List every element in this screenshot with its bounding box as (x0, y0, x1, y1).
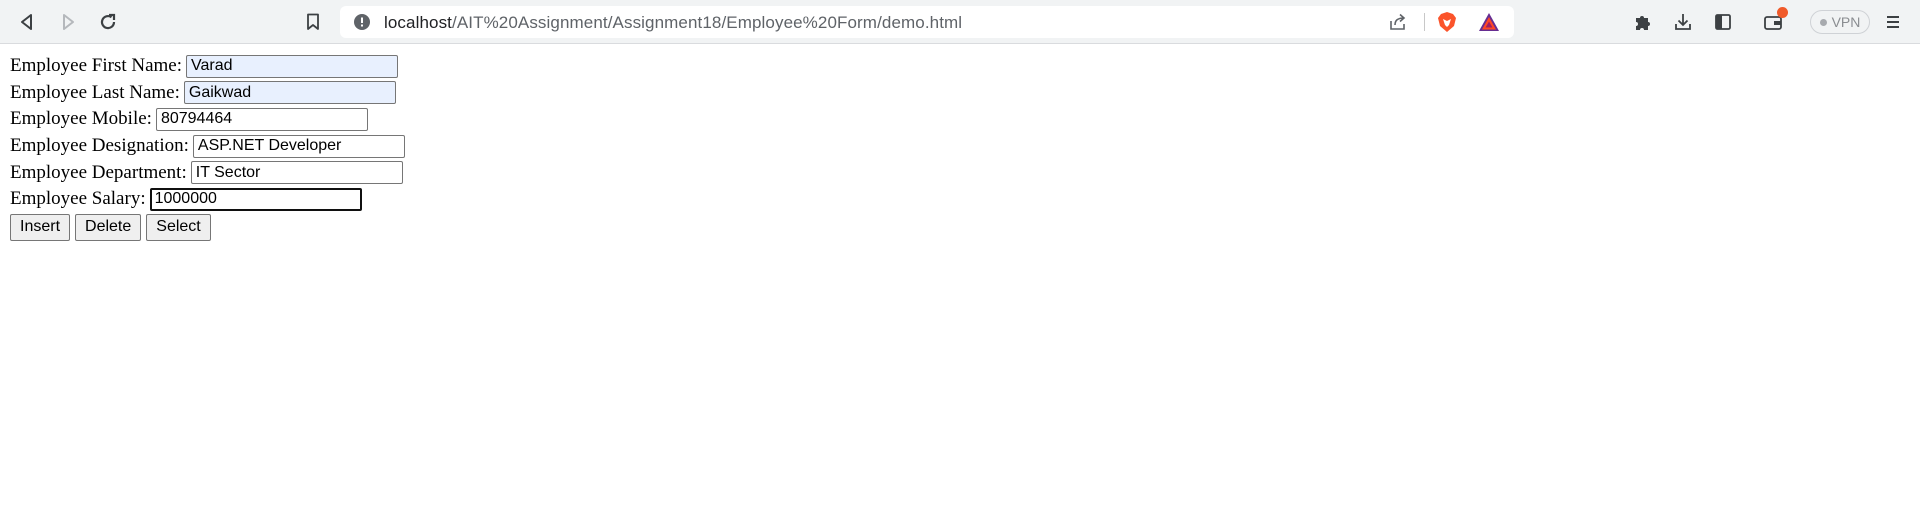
menu-button[interactable] (1880, 9, 1906, 35)
hamburger-menu-icon (1887, 16, 1899, 28)
omnibox-divider (1424, 13, 1425, 31)
vpn-label: VPN (1831, 14, 1861, 30)
sidebar-icon (1715, 14, 1731, 30)
wallet-button[interactable] (1760, 7, 1788, 35)
last-name-label: Employee Last Name: (10, 81, 180, 103)
last-name-row: Employee Last Name: (10, 80, 405, 107)
designation-row: Employee Designation: (10, 133, 405, 160)
site-info-icon[interactable] (354, 14, 370, 30)
download-icon (1675, 14, 1691, 30)
mobile-row: Employee Mobile: (10, 106, 405, 133)
address-bar[interactable]: localhost/AIT%20Assignment/Assignment18/… (340, 6, 1514, 38)
vpn-status-dot (1819, 18, 1827, 26)
salary-input[interactable] (149, 187, 362, 211)
share-icon[interactable] (1388, 12, 1408, 32)
salary-label: Employee Salary: (10, 188, 146, 210)
designation-input[interactable] (192, 134, 405, 158)
brave-shields-icon[interactable] (1436, 11, 1458, 33)
browser-toolbar: localhost/AIT%20Assignment/Assignment18/… (0, 0, 1920, 44)
first-name-label: Employee First Name: (10, 55, 183, 77)
back-arrow-icon (21, 14, 32, 30)
employee-form: Employee First Name: Employee Last Name:… (10, 53, 405, 241)
reload-icon (100, 13, 116, 30)
designation-label: Employee Designation: (10, 135, 189, 157)
department-label: Employee Department: (10, 161, 187, 183)
department-input[interactable] (190, 161, 403, 185)
downloads-button[interactable] (1670, 9, 1696, 35)
back-button[interactable] (14, 9, 40, 35)
sidebar-button[interactable] (1710, 9, 1736, 35)
wallet-notification-badge (1777, 7, 1788, 18)
last-name-input[interactable] (183, 81, 396, 105)
mobile-input[interactable] (155, 107, 368, 131)
first-name-row: Employee First Name: (10, 53, 405, 80)
form-actions: Insert Delete Select (10, 213, 405, 241)
insert-button[interactable]: Insert (10, 213, 71, 241)
department-row: Employee Department: (10, 159, 405, 186)
salary-row: Employee Salary: (10, 186, 405, 213)
bookmark-icon (307, 13, 319, 30)
bookmark-button[interactable] (300, 9, 326, 35)
first-name-input[interactable] (186, 54, 399, 78)
url-host: localhost (384, 13, 452, 32)
reload-button[interactable] (95, 9, 121, 35)
vpn-button[interactable]: VPN (1810, 10, 1870, 34)
puzzle-icon (1636, 16, 1650, 30)
brave-rewards-icon[interactable] (1478, 12, 1500, 32)
forward-button[interactable] (55, 9, 81, 35)
mobile-label: Employee Mobile: (10, 108, 152, 130)
select-button[interactable]: Select (146, 213, 211, 241)
url-text[interactable]: localhost/AIT%20Assignment/Assignment18/… (384, 13, 962, 33)
forward-arrow-icon (63, 14, 74, 30)
extensions-button[interactable] (1630, 9, 1656, 35)
delete-button[interactable]: Delete (75, 213, 142, 241)
url-path: /AIT%20Assignment/Assignment18/Employee%… (452, 13, 963, 32)
